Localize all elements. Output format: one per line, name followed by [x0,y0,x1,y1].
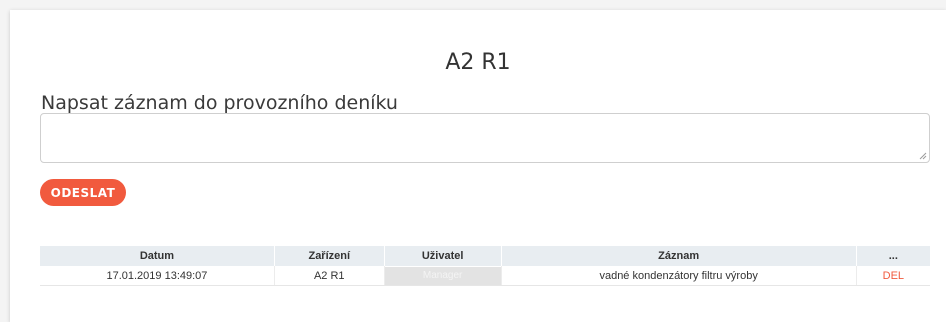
column-header-user[interactable]: Uživatel [383,246,502,266]
column-header-entry[interactable]: Záznam [500,246,857,266]
log-entry-textarea[interactable] [40,113,930,163]
user-badge: Manager [384,266,501,285]
table-header-row: Datum Zařízení Uživatel Záznam ... [40,246,930,266]
page-title: A2 R1 [445,50,511,75]
column-header-actions: ... [855,246,930,266]
form-heading: Napsat záznam do provozního deníku [41,92,398,114]
cell-device: A2 R1 [273,266,385,286]
cell-entry: vadné kondenzátory filtru výroby [500,266,857,286]
column-header-date[interactable]: Datum [40,246,275,266]
column-header-device[interactable]: Zařízení [273,246,385,266]
delete-link[interactable]: DEL [883,270,904,282]
submit-button[interactable]: ODESLAT [40,179,126,206]
main-card: A2 R1 Napsat záznam do provozního deníku… [10,10,946,322]
table-row: 17.01.2019 13:49:07 A2 R1 Manager vadné … [40,266,930,286]
resize-grip-icon[interactable] [917,150,927,160]
cell-user: Manager [383,266,502,286]
cell-actions: DEL [855,266,930,286]
cell-date: 17.01.2019 13:49:07 [40,266,275,286]
log-table: Datum Zařízení Uživatel Záznam ... 17.01… [40,246,930,286]
